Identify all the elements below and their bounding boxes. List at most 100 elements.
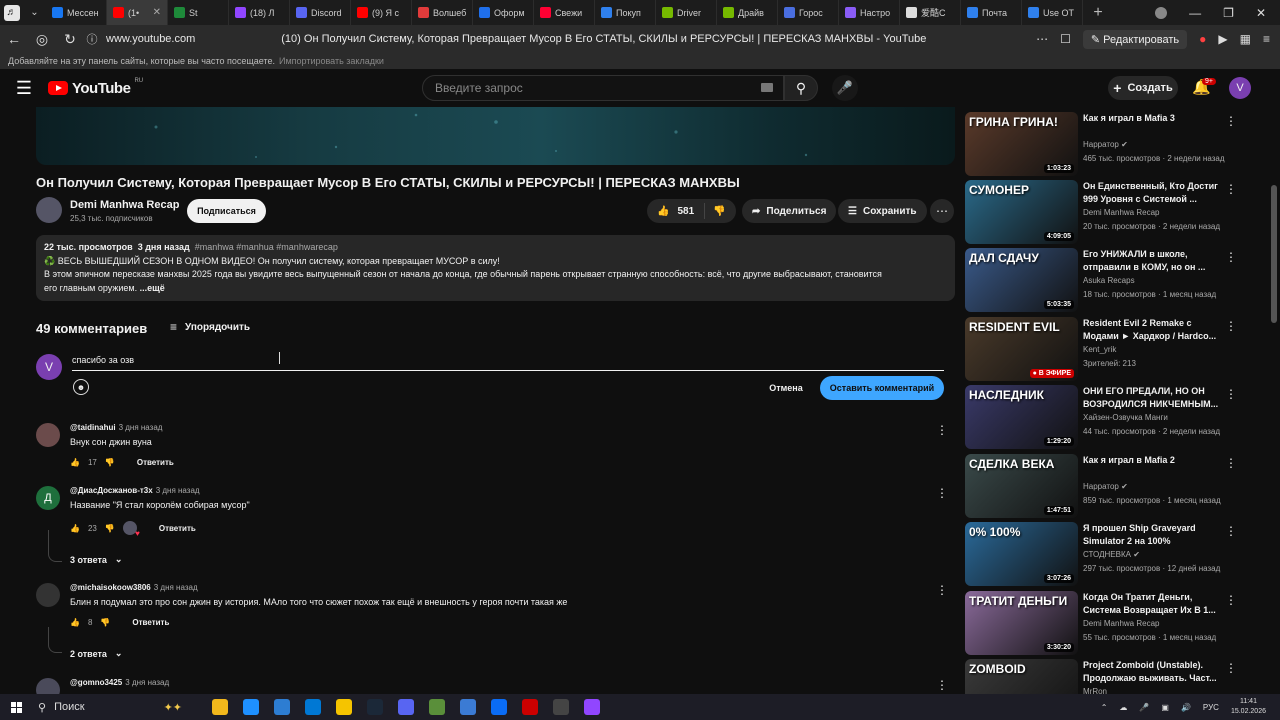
comment-author[interactable]: @gomno3425 — [70, 678, 122, 687]
taskbar-app-icon[interactable] — [584, 699, 600, 715]
browser-tab[interactable]: St — [168, 0, 229, 25]
more-vertical-icon[interactable]: ⋮ — [1225, 182, 1237, 196]
subscribe-button[interactable]: Подписаться — [187, 199, 266, 223]
recommendation-channel[interactable]: Kent_yrik — [1083, 345, 1116, 354]
more-vertical-icon[interactable]: ⋮ — [1225, 319, 1237, 333]
reload-icon[interactable]: ↻ — [56, 31, 84, 48]
browser-tab[interactable]: Discord — [290, 0, 351, 25]
more-vertical-icon[interactable]: ⋮ — [1225, 250, 1237, 264]
restore-icon[interactable]: ❐ — [1223, 6, 1234, 20]
more-vertical-icon[interactable]: ⋮ — [1225, 456, 1237, 470]
emoji-icon[interactable]: ☻ — [73, 379, 89, 395]
taskbar-app-icon[interactable] — [367, 699, 383, 715]
keyboard-icon[interactable] — [761, 83, 773, 92]
taskbar-app-icon[interactable] — [336, 699, 352, 715]
recommendation-item[interactable]: ZOMBOID Project Zomboid (Unstable). Продо… — [965, 659, 1265, 694]
browser-tab[interactable]: Настро — [839, 0, 900, 25]
browser-tab[interactable]: Мессен — [46, 0, 107, 25]
menu-icon[interactable]: ≡ — [1263, 32, 1270, 46]
recommendation-channel[interactable]: Demi Manhwa Recap — [1083, 208, 1159, 217]
comment-author[interactable]: @ДиасДосжанов-т3х — [70, 486, 153, 495]
like-button[interactable]: 👍 581 — [647, 203, 705, 219]
taskbar-search[interactable]: ⚲ Поиск ✦✦ — [32, 697, 182, 717]
start-button[interactable] — [0, 701, 32, 713]
reply-button[interactable]: Ответить — [137, 458, 174, 467]
recommendation-title[interactable]: Как я играл в Mafia 3 — [1083, 112, 1223, 125]
tracking-shield-icon[interactable]: ◎ — [28, 31, 56, 48]
comment-menu-icon[interactable]: ⋮ — [936, 423, 948, 437]
comment-avatar[interactable] — [36, 583, 60, 607]
thumbs-up-icon[interactable]: 👍 — [70, 458, 80, 467]
comment-input[interactable]: спасибо за озв — [72, 354, 944, 371]
video-thumbnail[interactable]: ГРИНА ГРИНА! 1:03:23 — [965, 112, 1078, 176]
comment-avatar[interactable] — [36, 678, 60, 694]
submit-comment-button[interactable]: Оставить комментарий — [820, 376, 944, 400]
play-icon[interactable]: ▶ — [1218, 32, 1227, 46]
taskbar-app-icon[interactable] — [243, 699, 259, 715]
microphone-icon[interactable]: 🎤 — [1139, 703, 1149, 712]
video-thumbnail[interactable]: RESIDENT EVIL ● В ЭФИРЕ — [965, 317, 1078, 381]
more-vertical-icon[interactable]: ⋮ — [1225, 114, 1237, 128]
recommendation-title[interactable]: Он Единственный, Кто Достиг 999 Уровня с… — [1083, 180, 1223, 206]
show-replies-button[interactable]: 2 ответа ⌄ — [70, 648, 122, 659]
share-button[interactable]: ➦ Поделиться — [742, 199, 837, 223]
browser-tab[interactable]: Оформ — [473, 0, 534, 25]
import-bookmarks-link[interactable]: Импортировать закладки — [279, 56, 384, 66]
bookmark-icon[interactable]: ☐ — [1060, 32, 1071, 46]
network-icon[interactable]: ▣ — [1161, 703, 1169, 712]
recommendation-title[interactable]: Project Zomboid (Unstable). Продолжаю вы… — [1083, 659, 1223, 685]
save-button[interactable]: ☰ Сохранить — [838, 199, 927, 223]
recommendation-channel[interactable]: Demi Manhwa Recap — [1083, 619, 1159, 628]
video-player[interactable] — [36, 107, 955, 165]
recommendation-title[interactable]: Я прошел Ship Graveyard Simulator 2 на 1… — [1083, 522, 1223, 548]
browser-tab[interactable]: (18) Л — [229, 0, 290, 25]
comment-time[interactable]: 3 дня назад — [125, 678, 169, 687]
clock[interactable]: 11:41 15.02.2026 — [1231, 697, 1266, 717]
youtube-logo[interactable]: YouTube RU — [48, 78, 143, 97]
chevron-down-icon[interactable]: ⌄ — [27, 5, 43, 21]
channel-avatar[interactable] — [36, 197, 62, 223]
taskbar-app-icon[interactable] — [522, 699, 538, 715]
taskbar-app-icon[interactable] — [491, 699, 507, 715]
more-actions-button[interactable]: ⋯ — [930, 199, 954, 223]
recommendation-item[interactable]: ТРАТИТ ДЕНЬГИ 3:30:20 Когда Он Тратит День… — [965, 591, 1265, 655]
video-thumbnail[interactable]: 0% 100% 3:07:26 — [965, 522, 1078, 586]
close-icon[interactable]: ✕ — [1256, 6, 1266, 20]
recommendation-title[interactable]: Как я играл в Mafia 2 — [1083, 454, 1223, 467]
video-thumbnail[interactable]: ДАЛ СДАЧУ 5:03:35 — [965, 248, 1078, 312]
taskbar-app-icon[interactable] — [429, 699, 445, 715]
browser-tab[interactable]: Свежи — [534, 0, 595, 25]
browser-tab[interactable]: Покуп — [595, 0, 656, 25]
taskbar-app-icon[interactable] — [460, 699, 476, 715]
comment-time[interactable]: 3 дня назад — [119, 423, 163, 432]
recommendation-item[interactable]: ДАЛ СДАЧУ 5:03:35 Его УНИЖАЛИ в школе, отп… — [965, 248, 1265, 312]
show-replies-button[interactable]: 3 ответа ⌄ — [70, 554, 122, 565]
comment-menu-icon[interactable]: ⋮ — [936, 678, 948, 692]
chevron-up-icon[interactable]: ⌃ — [1101, 703, 1108, 712]
search-input[interactable]: Введите запрос — [422, 75, 784, 101]
comment-author[interactable]: @taidinahui — [70, 423, 116, 432]
speaker-icon[interactable]: ♬ — [3, 4, 20, 21]
recommendation-item[interactable]: СУМОНЕР 4:09:05 Он Единственный, Кто Дости… — [965, 180, 1265, 244]
recommendation-item[interactable]: СДЕЛКА ВЕКА 1:47:51 Как я играл в Mafia 2 Н… — [965, 454, 1265, 518]
browser-tab[interactable]: (9) Я с — [351, 0, 412, 25]
video-thumbnail[interactable]: ТРАТИТ ДЕНЬГИ 3:30:20 — [965, 591, 1078, 655]
taskbar-app-icon[interactable] — [398, 699, 414, 715]
browser-tab[interactable]: Волшеб — [412, 0, 473, 25]
description-box[interactable]: 22 тыс. просмотров 3 дня назад #manhwa #… — [36, 235, 955, 301]
thumbs-up-icon[interactable]: 👍 — [70, 618, 80, 627]
browser-tab[interactable]: Почта — [961, 0, 1022, 25]
comment-author[interactable]: @michaisokoow3806 — [70, 583, 151, 592]
browser-tab[interactable]: Драйв — [717, 0, 778, 25]
more-vertical-icon[interactable]: ⋮ — [1225, 524, 1237, 538]
video-thumbnail[interactable]: СУМОНЕР 4:09:05 — [965, 180, 1078, 244]
search-button[interactable]: ⚲ — [784, 75, 818, 101]
browser-tab[interactable]: Driver — [656, 0, 717, 25]
volume-icon[interactable]: 🔊 — [1181, 703, 1191, 712]
recommendation-item[interactable]: ГРИНА ГРИНА! 1:03:23 Как я играл в Mafia 3… — [965, 112, 1265, 176]
more-vertical-icon[interactable]: ⋮ — [1225, 593, 1237, 607]
cloud-icon[interactable]: ☁ — [1119, 703, 1127, 712]
thumbs-down-icon[interactable]: 👎 — [100, 618, 110, 627]
more-vertical-icon[interactable]: ⋮ — [1225, 661, 1237, 675]
comment-avatar[interactable] — [36, 423, 60, 447]
